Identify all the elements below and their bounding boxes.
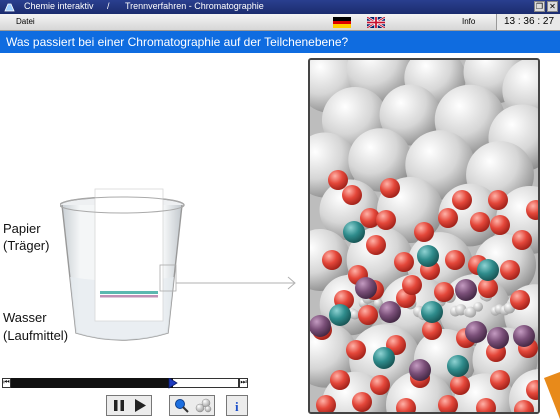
red-particle [370,375,390,395]
restore-icon[interactable]: ❐ [534,1,545,12]
clock: 13 : 36 : 27 [496,14,560,30]
close-icon[interactable]: ✕ [547,1,558,12]
purple-particle [310,315,331,337]
teal-particle [343,221,365,243]
red-particle [438,208,458,228]
particle-scene [310,60,538,412]
paper-strip [94,188,164,322]
red-particle [490,370,510,390]
title-separator: / [107,1,110,11]
timeline-progress [11,378,173,388]
purple-particle [487,327,509,349]
red-particle [488,190,508,210]
teal-particle [421,301,443,323]
info-icon[interactable]: i [227,396,247,415]
red-particle [366,235,386,255]
red-particle [510,290,530,310]
particles-icon[interactable] [194,396,214,415]
red-particle [358,305,378,325]
menu-bar: Datei Info 13 : 36 : 27 [0,14,560,31]
zoom-arrow [176,276,296,290]
red-particle [322,250,342,270]
flag-uk-icon[interactable] [367,17,385,28]
red-particle [445,250,465,270]
flag-de-icon[interactable] [333,17,351,28]
timeline-handle[interactable] [168,378,178,391]
red-particle [434,282,454,302]
purple-particle [513,325,535,347]
red-particle [512,230,532,250]
purple-particle [379,301,401,323]
red-particle [352,392,372,412]
red-particle [380,178,400,198]
solvent-particle [473,301,483,312]
red-particle [450,375,470,395]
section-title: Trennverfahren - Chromatographie [125,1,264,11]
label-paper: Papier [3,221,41,236]
teal-particle [447,355,469,377]
red-particle [452,190,472,210]
red-particle [328,170,348,190]
timeline-end-icon[interactable]: ⏭ [239,378,248,388]
teal-particle [417,245,439,267]
teal-particle [477,259,499,281]
red-particle [342,185,362,205]
question-bar: Was passiert bei einer Chromatographie a… [0,31,560,53]
app-title: Chemie interaktiv [24,1,94,11]
timeline[interactable]: ⏮ ⏭ [2,378,248,391]
label-water: Wasser [3,310,47,325]
label-paper-role: (Träger) [3,238,50,253]
menu-file[interactable]: Datei [16,17,35,26]
teal-particle [329,304,351,326]
play-icon[interactable] [130,396,150,415]
particle-zoom-view [308,58,540,414]
view-controls [169,395,215,416]
info-controls: i [226,395,248,416]
red-particle [402,275,422,295]
purple-particle [409,359,431,381]
red-particle [376,210,396,230]
playback-controls [106,395,152,416]
purple-particle [465,321,487,343]
teal-particle [373,347,395,369]
timeline-start-icon[interactable]: ⏮ [2,378,11,388]
title-bar: Chemie interaktiv / Trennverfahren - Chr… [0,0,560,14]
decorative-corner [544,372,560,419]
question-text: Was passiert bei einer Chromatographie a… [6,35,349,49]
red-particle [394,252,414,272]
svg-text:i: i [235,399,239,414]
purple-particle [355,277,377,299]
menu-info[interactable]: Info [462,17,475,26]
purple-particle [455,279,477,301]
red-particle [500,260,520,280]
pause-icon[interactable] [109,396,129,415]
red-particle [330,370,350,390]
red-particle [470,212,490,232]
red-particle [490,215,510,235]
red-particle [346,340,366,360]
app-icon [4,3,15,12]
label-water-role: (Laufmittel) [3,328,69,343]
red-particle [414,222,434,242]
zoom-icon[interactable] [172,396,192,415]
